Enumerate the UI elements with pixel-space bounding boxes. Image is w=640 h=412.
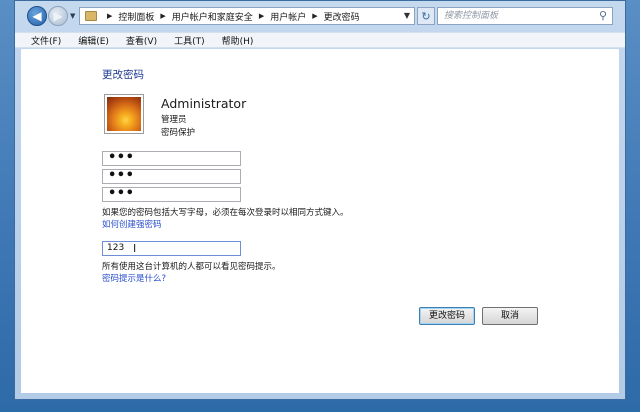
password-hint-value: 123 xyxy=(107,243,125,253)
address-field[interactable]: ▶ 控制面板 ▶ 用户帐户和家庭安全 ▶ 用户帐户 ▶ 更改密码 ▼ xyxy=(79,7,415,25)
breadcrumb: ▶ 控制面板 ▶ 用户帐户和家庭安全 ▶ 用户帐户 ▶ 更改密码 xyxy=(101,10,360,23)
menu-edit[interactable]: 编辑(E) xyxy=(78,34,109,47)
page-title: 更改密码 xyxy=(102,69,144,81)
main-content: 更改密码 Administrator 管理员 密码保护 ••• ••• ••• … xyxy=(21,49,619,393)
search-icon[interactable]: ⚲ xyxy=(599,8,607,24)
forward-button[interactable]: ▶ xyxy=(48,6,68,26)
hint-visibility-note: 所有使用这台计算机的人都可以看见密码提示。 xyxy=(102,262,281,272)
new-password-field[interactable]: ••• xyxy=(102,169,241,184)
cancel-button[interactable]: 取消 xyxy=(482,307,538,325)
breadcrumb-separator-icon: ▶ xyxy=(160,12,166,20)
menu-help[interactable]: 帮助(H) xyxy=(222,34,254,47)
refresh-icon: ↻ xyxy=(421,9,431,23)
menu-bar: 文件(F) 编辑(E) 查看(V) 工具(T) 帮助(H) xyxy=(15,32,625,48)
what-is-password-hint-link[interactable]: 密码提示是什么? xyxy=(102,272,166,284)
confirm-password-field[interactable]: ••• xyxy=(102,187,241,202)
menu-tools[interactable]: 工具(T) xyxy=(174,34,205,47)
control-panel-window: ◀ ▶ ▼ ▶ 控制面板 ▶ 用户帐户和家庭安全 ▶ 用户帐户 ▶ 更改密码 ▼… xyxy=(14,0,626,400)
case-sensitivity-note: 如果您的密码包括大写字母，必须在每次登录时以相同方式键入。 xyxy=(102,208,349,218)
breadcrumb-separator-icon: ▶ xyxy=(312,12,318,20)
strong-password-link[interactable]: 如何创建强密码 xyxy=(102,218,162,230)
menu-file[interactable]: 文件(F) xyxy=(31,34,61,47)
forward-arrow-icon: ▶ xyxy=(53,9,63,23)
avatar xyxy=(104,94,144,134)
text-cursor-icon: I xyxy=(133,242,137,255)
breadcrumb-control-panel[interactable]: 控制面板 xyxy=(118,10,154,23)
recent-pages-dropdown[interactable]: ▼ xyxy=(70,12,75,20)
search-placeholder: 搜索控制面板 xyxy=(444,11,499,21)
control-panel-icon xyxy=(85,11,97,21)
user-picture-icon xyxy=(107,97,141,131)
refresh-button[interactable]: ↻ xyxy=(417,7,435,25)
breadcrumb-separator-icon: ▶ xyxy=(107,12,113,20)
back-button[interactable]: ◀ xyxy=(27,6,47,26)
breadcrumb-user-accounts[interactable]: 用户帐户 xyxy=(270,10,306,23)
password-hint-field[interactable]: 123 I xyxy=(102,241,241,256)
account-role: 管理员 xyxy=(161,115,187,125)
back-arrow-icon: ◀ xyxy=(32,9,42,23)
search-input[interactable]: 搜索控制面板 ⚲ xyxy=(437,7,613,25)
menu-view[interactable]: 查看(V) xyxy=(126,34,157,47)
account-status: 密码保护 xyxy=(161,128,196,138)
change-password-button[interactable]: 更改密码 xyxy=(419,307,475,325)
breadcrumb-change-password[interactable]: 更改密码 xyxy=(324,10,360,23)
address-bar-area: ◀ ▶ ▼ ▶ 控制面板 ▶ 用户帐户和家庭安全 ▶ 用户帐户 ▶ 更改密码 ▼… xyxy=(15,1,625,33)
address-dropdown-icon[interactable]: ▼ xyxy=(404,11,410,20)
account-name: Administrator xyxy=(161,96,247,111)
breadcrumb-user-accounts-family-safety[interactable]: 用户帐户和家庭安全 xyxy=(172,10,253,23)
breadcrumb-separator-icon: ▶ xyxy=(258,12,265,20)
current-password-field[interactable]: ••• xyxy=(102,151,241,166)
